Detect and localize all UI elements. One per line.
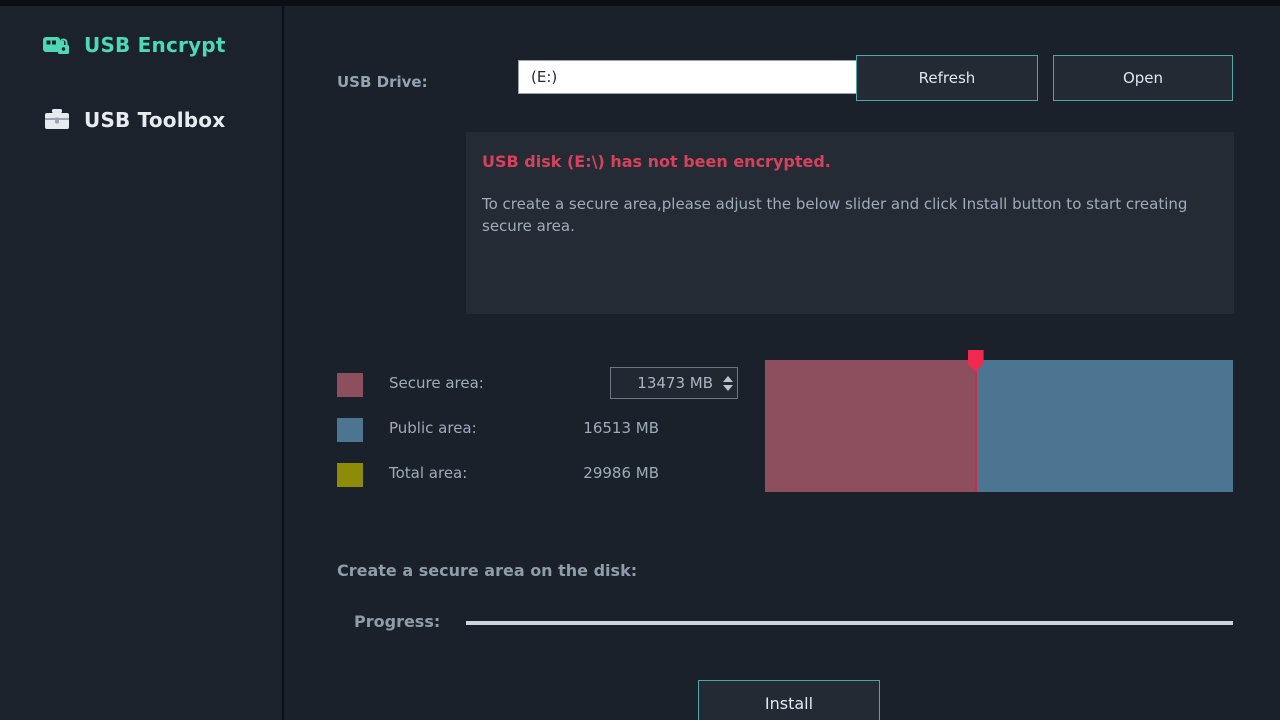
area-legend: Secure area: 13473 MB Public area: 16513… bbox=[337, 366, 738, 501]
legend-row-public: Public area: 16513 MB bbox=[337, 411, 697, 456]
legend-row-secure: Secure area: 13473 MB bbox=[337, 366, 738, 411]
progress-bar bbox=[466, 621, 1233, 625]
refresh-button[interactable]: Refresh bbox=[856, 55, 1038, 101]
secure-area-label: Secure area: bbox=[389, 374, 484, 392]
usb-drive-label: USB Drive: bbox=[337, 73, 428, 91]
total-area-swatch bbox=[337, 463, 363, 487]
public-area-value: 16513 MB bbox=[583, 419, 659, 437]
partition-public-segment bbox=[975, 360, 1233, 492]
toolbox-icon bbox=[40, 103, 74, 137]
open-button[interactable]: Open bbox=[1053, 55, 1233, 101]
spinner-arrows[interactable] bbox=[719, 368, 737, 398]
secure-area-value: 13473 MB bbox=[637, 374, 713, 392]
status-message-panel: USB disk (E:\) has not been encrypted. T… bbox=[466, 132, 1234, 314]
sidebar-item-usb-toolbox[interactable]: USB Toolbox bbox=[0, 97, 284, 143]
spinner-down-icon[interactable] bbox=[723, 384, 733, 391]
create-secure-area-title: Create a secure area on the disk: bbox=[337, 561, 638, 580]
progress-label: Progress: bbox=[354, 612, 441, 631]
partition-secure-segment bbox=[765, 360, 976, 492]
secure-area-input[interactable]: 13473 MB bbox=[610, 367, 738, 399]
usb-encrypt-window: USB Encrypt USB Toolbox USB Drive: (E:) bbox=[0, 0, 1280, 720]
sidebar: USB Encrypt USB Toolbox bbox=[0, 6, 284, 720]
partition-bar[interactable] bbox=[765, 350, 1233, 492]
partition-divider bbox=[974, 360, 977, 492]
main-content: USB Drive: (E:) Refresh Open USB disk (E… bbox=[286, 6, 1280, 720]
legend-row-total: Total area: 29986 MB bbox=[337, 456, 697, 501]
public-area-swatch bbox=[337, 418, 363, 442]
usb-lock-icon bbox=[40, 28, 74, 62]
spinner-up-icon[interactable] bbox=[723, 375, 733, 382]
total-area-label: Total area: bbox=[389, 464, 468, 482]
sidebar-item-label: USB Toolbox bbox=[84, 108, 226, 132]
usb-drive-select[interactable]: (E:) bbox=[518, 60, 894, 94]
usb-drive-select-value: (E:) bbox=[531, 68, 558, 86]
secure-area-swatch bbox=[337, 373, 363, 397]
sidebar-item-usb-encrypt[interactable]: USB Encrypt bbox=[0, 22, 284, 68]
total-area-value: 29986 MB bbox=[583, 464, 659, 482]
status-message-title: USB disk (E:\) has not been encrypted. bbox=[482, 152, 831, 171]
sidebar-item-label: USB Encrypt bbox=[84, 33, 226, 57]
public-area-label: Public area: bbox=[389, 419, 477, 437]
status-message-body: To create a secure area,please adjust th… bbox=[482, 195, 1188, 235]
install-button[interactable]: Install bbox=[698, 680, 880, 720]
